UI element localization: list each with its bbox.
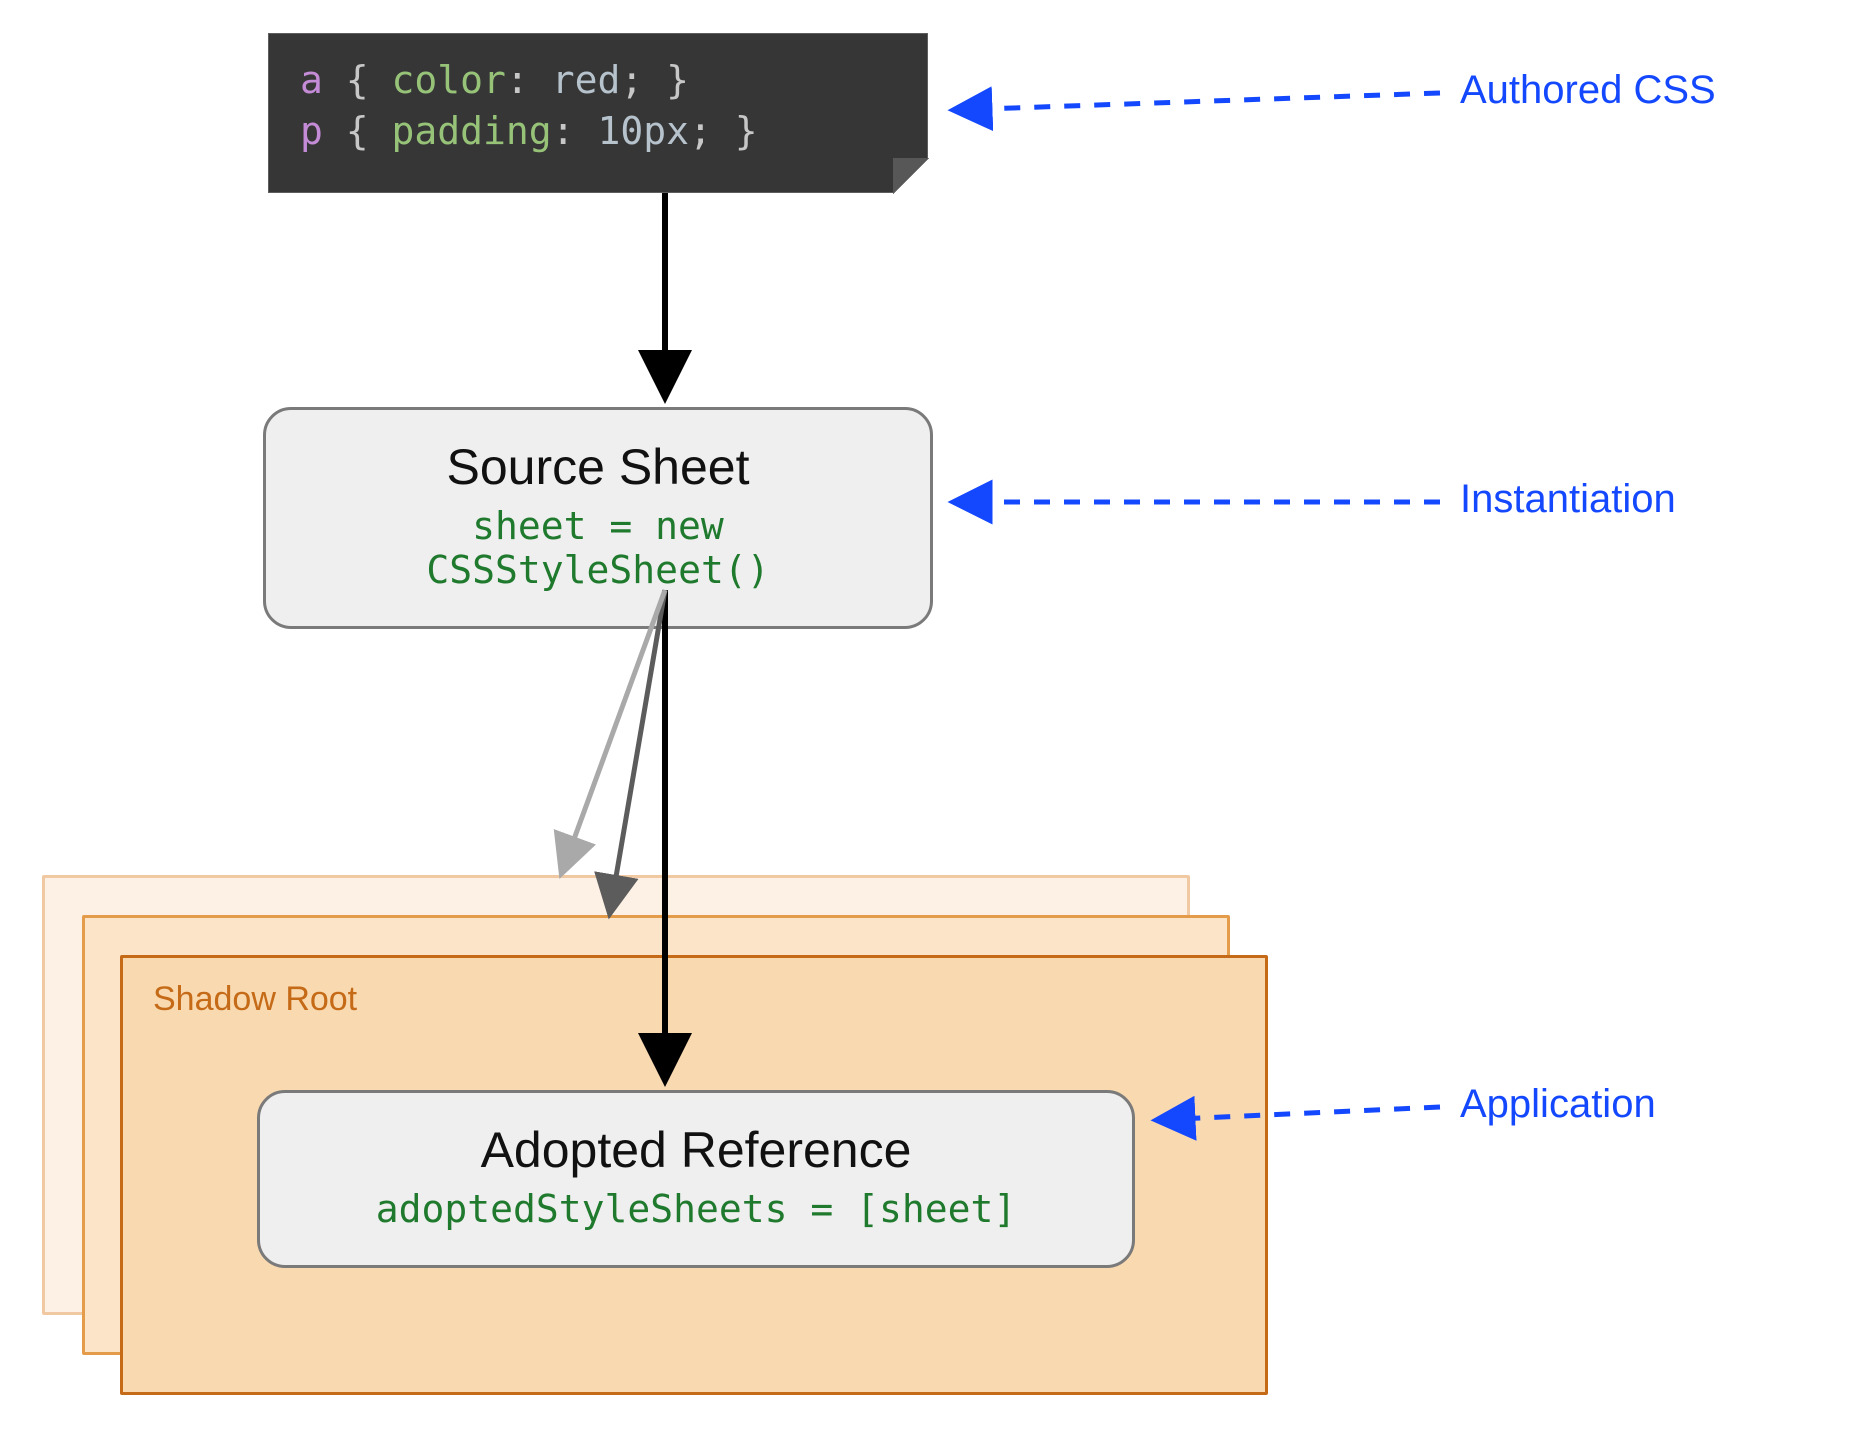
code-line-2: p { padding: 10px; } (300, 106, 896, 157)
source-sheet-box: Source Sheet sheet = new CSSStyleSheet() (263, 407, 933, 629)
code-line-1: a { color: red; } (300, 55, 896, 106)
code-prop: padding (392, 109, 552, 153)
shadow-root-label: Shadow Root (153, 980, 357, 1019)
source-sheet-title: Source Sheet (306, 438, 890, 496)
authored-css-code-block: a { color: red; } p { padding: 10px; } (268, 33, 928, 193)
code-colon: : (552, 109, 598, 153)
arrow-source-to-stack-middle (610, 590, 665, 912)
adopted-reference-title: Adopted Reference (300, 1121, 1092, 1179)
page-fold-icon (893, 158, 929, 194)
code-colon: : (506, 58, 552, 102)
annotation-arrow-authored (955, 93, 1440, 110)
annotation-application: Application (1460, 1082, 1656, 1127)
adopted-reference-code: adoptedStyleSheets = [sheet] (300, 1187, 1092, 1231)
adopted-reference-box: Adopted Reference adoptedStyleSheets = [… (257, 1090, 1135, 1268)
arrow-source-to-stack-back (562, 590, 665, 872)
source-sheet-code: sheet = new CSSStyleSheet() (306, 504, 890, 592)
code-selector: p (300, 109, 323, 153)
code-brace-close: ; } (620, 58, 689, 102)
annotation-authored-css: Authored CSS (1460, 68, 1716, 113)
code-brace-close: ; } (689, 109, 758, 153)
code-value: red (552, 58, 621, 102)
code-brace: { (323, 58, 392, 102)
code-brace: { (323, 109, 392, 153)
code-value: 10px (597, 109, 689, 153)
code-prop: color (392, 58, 506, 102)
code-selector: a (300, 58, 323, 102)
annotation-instantiation: Instantiation (1460, 477, 1676, 522)
